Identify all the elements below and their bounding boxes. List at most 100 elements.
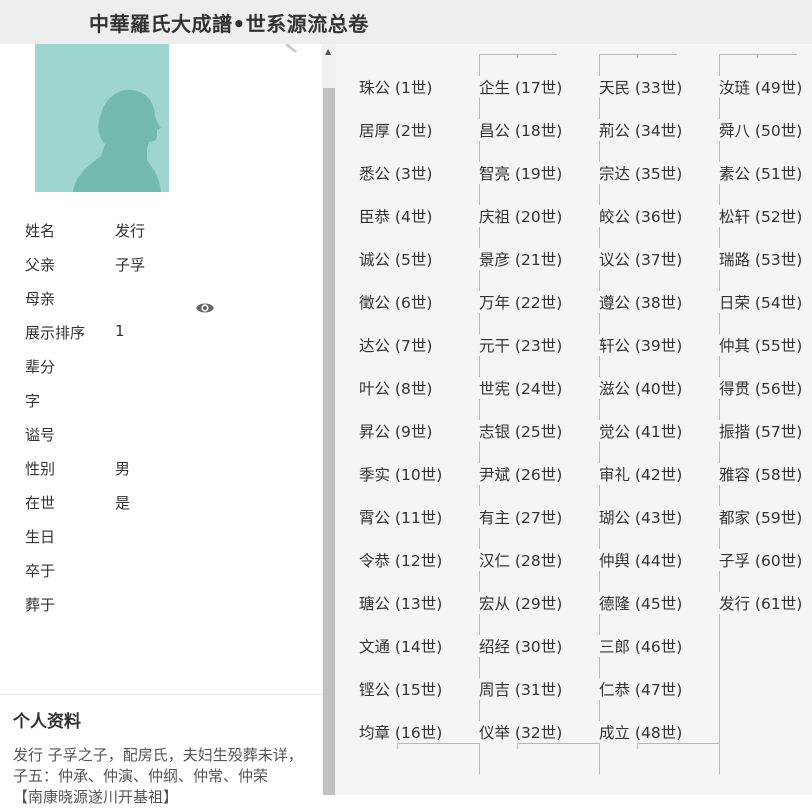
generation-item[interactable]: 世宪 (24世) <box>477 377 565 399</box>
generation-item[interactable]: 元干 (23世) <box>477 334 565 356</box>
generation-item[interactable]: 汉仁 (28世) <box>477 549 565 571</box>
generation-item[interactable]: 有主 (27世) <box>477 506 565 528</box>
generation-item[interactable]: 昇公 (9世) <box>357 420 435 442</box>
tree-connector-line <box>719 54 797 55</box>
header-bar: 中華羅氏大成譜•世系源流总卷 <box>0 0 812 44</box>
generation-item[interactable]: 素公 (51世) <box>717 162 805 184</box>
profile-field-label: 性别 <box>25 460 56 478</box>
generation-item[interactable]: 瑭公 (13世) <box>357 592 445 614</box>
generation-item[interactable]: 仪举 (32世) <box>477 721 565 743</box>
generation-item[interactable]: 昌公 (18世) <box>477 119 565 141</box>
profile-panel: 姓名 发行 父亲 子孚 母亲 展示排序 1 辈分字谥号 性别 男在世 是生日 卒于 葬于 个人资料 发行… <box>0 44 322 806</box>
generation-item[interactable]: 周吉 (31世) <box>477 678 565 700</box>
profile-field-label: 父亲 <box>25 256 56 274</box>
generation-item[interactable]: 振揩 (57世) <box>717 420 805 442</box>
generation-item[interactable]: 轩公 (39世) <box>597 334 685 356</box>
generation-item[interactable]: 徵公 (6世) <box>357 291 435 313</box>
generation-item[interactable]: 仁恭 (47世) <box>597 678 685 700</box>
tree-connector-line <box>637 743 719 744</box>
generation-item[interactable]: 企生 (17世) <box>477 76 565 98</box>
generation-item[interactable]: 达公 (7世) <box>357 334 435 356</box>
profile-field-label: 生日 <box>25 528 56 546</box>
profile-field-label: 展示排序 <box>25 324 86 342</box>
generation-item[interactable]: 瑞路 (53世) <box>717 248 805 270</box>
generation-item[interactable]: 滋公 (40世) <box>597 377 685 399</box>
profile-field-value: 子孚 <box>115 256 146 274</box>
generation-item[interactable]: 发行 (61世) <box>717 592 805 614</box>
generation-item[interactable]: 尹斌 (26世) <box>477 463 565 485</box>
generation-item[interactable]: 文通 (14世) <box>357 635 445 657</box>
eye-icon[interactable] <box>195 300 215 316</box>
avatar <box>35 44 169 192</box>
generation-item[interactable]: 荊公 (34世) <box>597 119 685 141</box>
generation-item[interactable]: 成立 (48世) <box>597 721 685 743</box>
generation-item[interactable]: 铿公 (15世) <box>357 678 445 700</box>
generation-item[interactable]: 得贯 (56世) <box>717 377 805 399</box>
generation-item[interactable]: 都家 (59世) <box>717 506 805 528</box>
generation-item[interactable]: 季实 (10世) <box>357 463 445 485</box>
generation-item[interactable]: 臣恭 (4世) <box>357 205 435 227</box>
generation-item[interactable]: 天民 (33世) <box>597 76 685 98</box>
generation-item[interactable]: 仲其 (55世) <box>717 334 805 356</box>
generation-item[interactable]: 悉公 (3世) <box>357 162 435 184</box>
bio-content: 发行 子孚之子，配房氏，夫妇生殁葬未详，子五：仲承、仲演、仲纲、仲常、仲荣 【南… <box>13 745 305 808</box>
tree-connector-line <box>517 743 518 749</box>
generation-item[interactable]: 均章 (16世) <box>357 721 445 743</box>
bio-text: 发行 子孚之子，配房氏，夫妇生殁葬未详，子五：仲承、仲演、仲纲、仲常、仲荣 <box>13 746 303 785</box>
generation-item[interactable]: 志银 (25世) <box>477 420 565 442</box>
generation-item[interactable]: 日荣 (54世) <box>717 291 805 313</box>
generation-item[interactable]: 雅容 (58世) <box>717 463 805 485</box>
profile-field-label: 在世 <box>25 494 56 512</box>
generation-item[interactable]: 霄公 (11世) <box>357 506 445 528</box>
profile-field-value: 发行 <box>115 222 146 240</box>
person-silhouette-icon <box>73 89 161 192</box>
generation-item[interactable]: 审礼 (42世) <box>597 463 685 485</box>
scroll-up-arrow-icon[interactable]: ▲ <box>325 47 331 56</box>
generation-item[interactable]: 皎公 (36世) <box>597 205 685 227</box>
bio-note: 【南康晓源遂川开基祖】 <box>13 788 179 806</box>
generation-item[interactable]: 舜八 (50世) <box>717 119 805 141</box>
generation-item[interactable]: 仲舆 (44世) <box>597 549 685 571</box>
bio-section-title: 个人资料 <box>13 712 81 732</box>
generation-item[interactable]: 令恭 (12世) <box>357 549 445 571</box>
generation-item[interactable]: 庆祖 (20世) <box>477 205 565 227</box>
generation-item[interactable]: 松轩 (52世) <box>717 205 805 227</box>
divider <box>0 694 322 695</box>
profile-field-value: 是 <box>115 494 131 512</box>
generation-item[interactable]: 居厚 (2世) <box>357 119 435 141</box>
tree-connector-line <box>517 743 599 744</box>
generation-item[interactable]: 叶公 (8世) <box>357 377 435 399</box>
tree-connector-line <box>637 743 638 749</box>
profile-field-value: 1 <box>115 322 125 340</box>
tree-connector-line <box>479 54 557 55</box>
tree-connector-line <box>397 743 398 749</box>
generation-item[interactable]: 汝琏 (49世) <box>717 76 805 98</box>
profile-field-value: 男 <box>115 460 131 478</box>
generation-item[interactable]: 瑚公 (43世) <box>597 506 685 528</box>
tree-connector-line <box>599 54 677 55</box>
profile-field-label: 姓名 <box>25 222 56 240</box>
profile-field-label: 葬于 <box>25 596 56 614</box>
generation-item[interactable]: 诚公 (5世) <box>357 248 435 270</box>
profile-field-label: 谥号 <box>25 426 56 444</box>
generation-item[interactable]: 景彦 (21世) <box>477 248 565 270</box>
profile-field-label: 辈分 <box>25 358 56 376</box>
page-title: 中華羅氏大成譜•世系源流总卷 <box>89 12 369 36</box>
corner-mark-icon <box>285 44 297 54</box>
generation-item[interactable]: 遵公 (38世) <box>597 291 685 313</box>
generation-tree: 珠公 (1世) 居厚 (2世) 悉公 (3世) 臣恭 (4世) 诚公 (5世) 徵公 (6… <box>336 44 812 795</box>
scrollbar-thumb[interactable] <box>323 88 335 795</box>
profile-field-label: 母亲 <box>25 290 56 308</box>
generation-item[interactable]: 三郎 (46世) <box>597 635 685 657</box>
generation-item[interactable]: 议公 (37世) <box>597 248 685 270</box>
generation-item[interactable]: 智亮 (19世) <box>477 162 565 184</box>
generation-item[interactable]: 德隆 (45世) <box>597 592 685 614</box>
tree-connector-line <box>397 743 479 744</box>
generation-item[interactable]: 万年 (22世) <box>477 291 565 313</box>
generation-item[interactable]: 绍经 (30世) <box>477 635 565 657</box>
generation-item[interactable]: 宗达 (35世) <box>597 162 685 184</box>
generation-item[interactable]: 觉公 (41世) <box>597 420 685 442</box>
generation-item[interactable]: 子孚 (60世) <box>717 549 805 571</box>
generation-item[interactable]: 珠公 (1世) <box>357 76 435 98</box>
generation-item[interactable]: 宏从 (29世) <box>477 592 565 614</box>
